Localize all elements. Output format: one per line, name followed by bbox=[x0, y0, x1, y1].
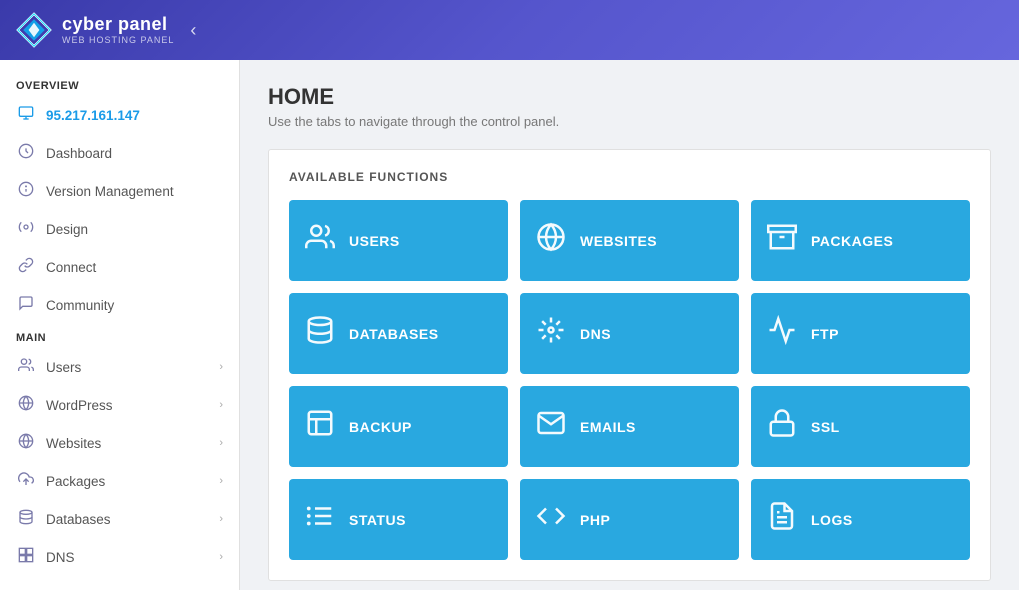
ip-label: 95.217.161.147 bbox=[46, 108, 223, 123]
tile-packages-label: PACKAGES bbox=[811, 233, 893, 249]
tile-dns-label: DNS bbox=[580, 326, 611, 342]
tile-users-label: USERS bbox=[349, 233, 400, 249]
page-subtitle: Use the tabs to navigate through the con… bbox=[268, 114, 991, 129]
tile-php-label: PHP bbox=[580, 512, 610, 528]
dns-arrow: › bbox=[219, 551, 223, 563]
tile-ftp-label: FTP bbox=[811, 326, 839, 342]
main-content: HOME Use the tabs to navigate through th… bbox=[240, 60, 1019, 590]
packages-icon bbox=[16, 471, 36, 491]
wordpress-icon bbox=[16, 395, 36, 415]
sidebar-item-design[interactable]: Design bbox=[0, 210, 239, 248]
monitor-icon bbox=[16, 105, 36, 125]
sidebar-toggle[interactable]: ‹ bbox=[190, 20, 196, 41]
main-section-label: MAIN bbox=[0, 324, 239, 348]
tile-ftp-icon bbox=[767, 315, 797, 352]
websites-icon bbox=[16, 433, 36, 453]
tile-status-icon bbox=[305, 501, 335, 538]
community-label: Community bbox=[46, 298, 223, 313]
dns-label: DNS bbox=[46, 550, 209, 565]
tile-websites-icon bbox=[536, 222, 566, 259]
databases-icon bbox=[16, 509, 36, 529]
users-label: Users bbox=[46, 360, 209, 375]
functions-title: AVAILABLE FUNCTIONS bbox=[289, 170, 970, 184]
sidebar-item-version[interactable]: Version Management bbox=[0, 172, 239, 210]
logo-icon bbox=[16, 12, 52, 48]
tile-websites-label: WEBSITES bbox=[580, 233, 657, 249]
tile-emails-label: EMAILS bbox=[580, 419, 636, 435]
version-label: Version Management bbox=[46, 184, 223, 199]
tile-ssl-label: SSL bbox=[811, 419, 840, 435]
connect-icon bbox=[16, 257, 36, 277]
header: cyber panel WEB HOSTING PANEL ‹ bbox=[0, 0, 1019, 60]
wordpress-arrow: › bbox=[219, 399, 223, 411]
websites-arrow: › bbox=[219, 437, 223, 449]
sidebar-item-ip[interactable]: 95.217.161.147 bbox=[0, 96, 239, 134]
tile-ssl-icon bbox=[767, 408, 797, 445]
tile-databases-icon bbox=[305, 315, 335, 352]
tile-databases[interactable]: DATABASES bbox=[289, 293, 508, 374]
users-arrow: › bbox=[219, 361, 223, 373]
functions-grid: USERS WEBSITES PACKAGES bbox=[289, 200, 970, 560]
design-label: Design bbox=[46, 222, 223, 237]
databases-arrow: › bbox=[219, 513, 223, 525]
packages-label: Packages bbox=[46, 474, 209, 489]
tile-logs-icon bbox=[767, 501, 797, 538]
sidebar-item-dns[interactable]: DNS › bbox=[0, 538, 239, 576]
tile-emails-icon bbox=[536, 408, 566, 445]
logo-sub: WEB HOSTING PANEL bbox=[62, 35, 174, 45]
tile-emails[interactable]: EMAILS bbox=[520, 386, 739, 467]
sidebar-item-community[interactable]: Community bbox=[0, 286, 239, 324]
tile-status[interactable]: STATUS bbox=[289, 479, 508, 560]
tile-dns[interactable]: DNS bbox=[520, 293, 739, 374]
logo-text: cyber panel WEB HOSTING PANEL bbox=[62, 15, 174, 45]
tile-logs[interactable]: LOGS bbox=[751, 479, 970, 560]
tile-dns-icon bbox=[536, 315, 566, 352]
wordpress-label: WordPress bbox=[46, 398, 209, 413]
websites-label: Websites bbox=[46, 436, 209, 451]
sidebar-item-users[interactable]: Users › bbox=[0, 348, 239, 386]
tile-logs-label: LOGS bbox=[811, 512, 853, 528]
community-icon bbox=[16, 295, 36, 315]
tile-php-icon bbox=[536, 501, 566, 538]
tile-users[interactable]: USERS bbox=[289, 200, 508, 281]
packages-arrow: › bbox=[219, 475, 223, 487]
databases-label: Databases bbox=[46, 512, 209, 527]
connect-label: Connect bbox=[46, 260, 223, 275]
overview-section-label: OVERVIEW bbox=[0, 72, 239, 96]
tile-databases-label: DATABASES bbox=[349, 326, 439, 342]
tile-backup-icon bbox=[305, 408, 335, 445]
sidebar-item-websites[interactable]: Websites › bbox=[0, 424, 239, 462]
tile-backup[interactable]: BACKUP bbox=[289, 386, 508, 467]
sidebar-item-packages[interactable]: Packages › bbox=[0, 462, 239, 500]
tile-users-icon bbox=[305, 222, 335, 259]
logo: cyber panel WEB HOSTING PANEL bbox=[16, 12, 174, 48]
dashboard-label: Dashboard bbox=[46, 146, 223, 161]
tile-ssl[interactable]: SSL bbox=[751, 386, 970, 467]
functions-panel: AVAILABLE FUNCTIONS USERS WEBSITES bbox=[268, 149, 991, 581]
sidebar-item-dashboard[interactable]: Dashboard bbox=[0, 134, 239, 172]
logo-name: cyber panel bbox=[62, 15, 174, 35]
layout: OVERVIEW 95.217.161.147 Dashboard Versio… bbox=[0, 60, 1019, 590]
tile-ftp[interactable]: FTP bbox=[751, 293, 970, 374]
tile-backup-label: BACKUP bbox=[349, 419, 412, 435]
dns-icon bbox=[16, 547, 36, 567]
info-icon bbox=[16, 181, 36, 201]
tile-packages[interactable]: PACKAGES bbox=[751, 200, 970, 281]
design-icon bbox=[16, 219, 36, 239]
sidebar-item-connect[interactable]: Connect bbox=[0, 248, 239, 286]
users-icon bbox=[16, 357, 36, 377]
sidebar-item-wordpress[interactable]: WordPress › bbox=[0, 386, 239, 424]
tile-packages-icon bbox=[767, 222, 797, 259]
page-title: HOME bbox=[268, 84, 991, 110]
sidebar-item-databases[interactable]: Databases › bbox=[0, 500, 239, 538]
tile-websites[interactable]: WEBSITES bbox=[520, 200, 739, 281]
dashboard-icon bbox=[16, 143, 36, 163]
tile-status-label: STATUS bbox=[349, 512, 406, 528]
tile-php[interactable]: PHP bbox=[520, 479, 739, 560]
sidebar: OVERVIEW 95.217.161.147 Dashboard Versio… bbox=[0, 60, 240, 590]
